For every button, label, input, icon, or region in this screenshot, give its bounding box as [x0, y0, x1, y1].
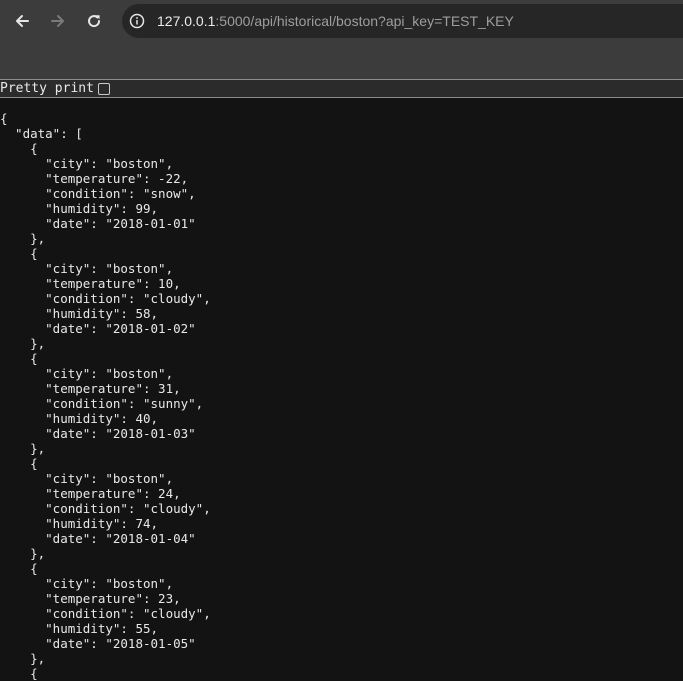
json-line: "city": "boston",: [0, 471, 174, 486]
json-line: "date": "2018-01-05": [0, 636, 196, 651]
json-line: "temperature": 31,: [0, 381, 181, 396]
json-line: {: [0, 351, 38, 366]
pretty-print-checkbox[interactable]: [98, 83, 110, 95]
json-line: {: [0, 141, 38, 156]
json-line: "city": "boston",: [0, 576, 174, 591]
json-line: },: [0, 651, 46, 666]
json-line: {: [0, 111, 8, 126]
forward-button[interactable]: [43, 6, 73, 36]
pretty-print-label: Pretty print: [0, 81, 94, 96]
reload-button[interactable]: [79, 6, 109, 36]
json-line: {: [0, 246, 38, 261]
pretty-print-bar: Pretty print: [0, 79, 683, 98]
json-line: "condition": "cloudy",: [0, 606, 211, 621]
json-line: {: [0, 456, 38, 471]
forward-arrow-icon: [51, 15, 64, 27]
json-line: },: [0, 231, 46, 246]
json-line: "temperature": 24,: [0, 486, 181, 501]
json-line: "temperature": -22,: [0, 171, 189, 186]
back-arrow-icon: [16, 15, 29, 27]
json-line: },: [0, 441, 46, 456]
browser-toolbar: 127.0.0.1:5000/api/historical/boston?api…: [0, 0, 683, 79]
json-line: "city": "boston",: [0, 366, 174, 381]
json-line: "humidity": 58,: [0, 306, 159, 321]
json-line: "humidity": 74,: [0, 516, 159, 531]
site-info-icon[interactable]: [129, 13, 145, 29]
json-line: },: [0, 546, 46, 561]
url-path: :5000/api/historical/boston?api_key=TEST…: [215, 13, 514, 29]
json-line: "condition": "cloudy",: [0, 501, 211, 516]
json-line: "date": "2018-01-04": [0, 531, 196, 546]
json-line: {: [0, 561, 38, 576]
json-line: },: [0, 336, 46, 351]
json-line: "data": [: [0, 126, 83, 141]
json-line: {: [0, 666, 38, 681]
json-line: "date": "2018-01-01": [0, 216, 196, 231]
json-line: "humidity": 40,: [0, 411, 159, 426]
back-button[interactable]: [7, 6, 37, 36]
json-line: "temperature": 10,: [0, 276, 181, 291]
url-text[interactable]: 127.0.0.1:5000/api/historical/boston?api…: [157, 12, 514, 30]
address-bar[interactable]: 127.0.0.1:5000/api/historical/boston?api…: [122, 4, 683, 38]
json-line: "humidity": 99,: [0, 201, 159, 216]
json-line: "city": "boston",: [0, 261, 174, 276]
json-body: { "data": [ { "city": "boston", "tempera…: [0, 111, 683, 681]
json-line: "temperature": 23,: [0, 591, 181, 606]
json-line: "condition": "sunny",: [0, 396, 204, 411]
json-line: "humidity": 55,: [0, 621, 159, 636]
json-line: "condition": "cloudy",: [0, 291, 211, 306]
json-line: "condition": "snow",: [0, 186, 196, 201]
json-line: "date": "2018-01-02": [0, 321, 196, 336]
json-line: "date": "2018-01-03": [0, 426, 196, 441]
json-line: "city": "boston",: [0, 156, 174, 171]
url-host: 127.0.0.1: [157, 13, 216, 29]
reload-icon: [88, 15, 101, 28]
